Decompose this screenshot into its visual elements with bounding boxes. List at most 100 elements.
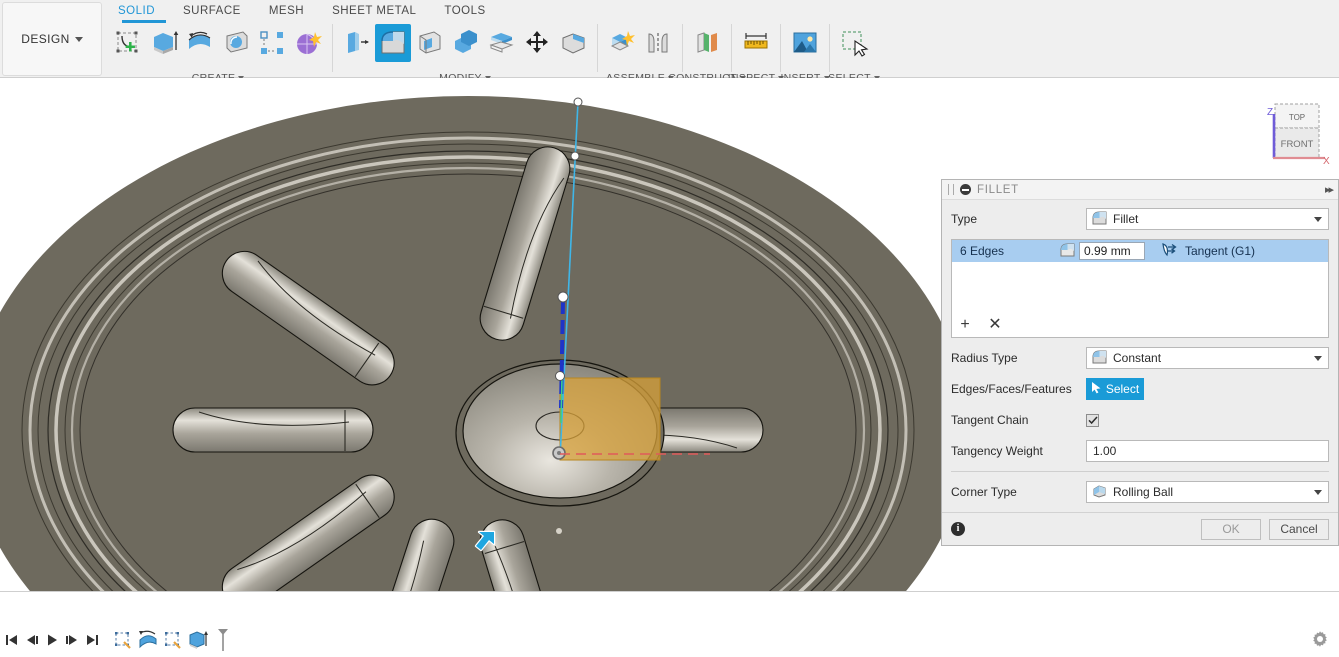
view-cube[interactable]: TOP FRONT Z X [1257, 96, 1333, 168]
tab-mesh[interactable]: MESH [255, 2, 318, 20]
workspace-switcher[interactable]: DESIGN [2, 2, 102, 76]
ok-button[interactable]: OK [1201, 519, 1261, 540]
fillet-type-icon [1092, 211, 1107, 228]
fillet-type-value: Fillet [1113, 212, 1138, 226]
workspace-label: DESIGN [21, 32, 69, 46]
tangency-weight-label: Tangency Weight [951, 444, 1086, 458]
bottom-timeline-bar [0, 591, 1339, 657]
tab-surface[interactable]: SURFACE [169, 2, 255, 20]
revolve-icon[interactable] [182, 24, 218, 62]
fillet-type-select[interactable]: Fillet [1086, 208, 1329, 230]
fillet-edges-list[interactable]: 6 Edges 0.99 mm [951, 239, 1329, 338]
jump-to-end-icon[interactable] [82, 628, 102, 652]
radius-type-row: Radius Type Constant [951, 347, 1329, 369]
tangency-weight-input[interactable]: 1.00 [1086, 440, 1329, 462]
jump-to-beginning-icon[interactable] [2, 628, 22, 652]
select-button[interactable]: Select [1086, 378, 1144, 400]
fillet-icon[interactable] [375, 24, 411, 62]
extrude-feature-icon[interactable] [185, 627, 210, 653]
create-sketch-icon[interactable] [110, 24, 146, 62]
shell-icon[interactable] [411, 24, 447, 62]
radius-type-select[interactable]: Constant [1086, 347, 1329, 369]
remove-selection-button[interactable]: ✕ [988, 317, 1002, 333]
fillet-dialog-header[interactable]: FILLET ▸▸ [942, 180, 1338, 200]
ribbon-group-construct: CONSTRUCT [682, 24, 731, 72]
press-pull-icon[interactable] [339, 24, 375, 62]
ribbon-tool-groups: CREATE [104, 24, 878, 66]
revolve-feature-icon[interactable] [135, 627, 160, 653]
dialog-divider [951, 471, 1329, 472]
fillet-dialog[interactable]: FILLET ▸▸ Type Fillet [941, 179, 1339, 546]
collapse-icon[interactable] [960, 184, 971, 195]
tangency-weight-row: Tangency Weight 1.00 [951, 440, 1329, 462]
tab-sheet-metal[interactable]: SHEET METAL [318, 2, 430, 20]
tangent-chain-checkbox[interactable] [1086, 414, 1099, 427]
fillet-edge-row[interactable]: 6 Edges 0.99 mm [952, 240, 1328, 262]
sketch-feature-icon[interactable] [160, 627, 185, 653]
radius-type-label: Radius Type [951, 351, 1086, 365]
tangent-icon [1161, 243, 1179, 260]
dialog-buttons: OK Cancel [1201, 519, 1329, 540]
cancel-button[interactable]: Cancel [1269, 519, 1329, 540]
ribbon-group-inspect: INSPECT [731, 24, 780, 72]
chevron-down-icon [1314, 217, 1322, 222]
fillet-type-row: Type Fillet [951, 208, 1329, 230]
insert-image-icon[interactable] [787, 24, 823, 62]
tab-tools[interactable]: TOOLS [430, 2, 499, 20]
new-component-icon[interactable] [604, 24, 640, 62]
tangent-chain-row: Tangent Chain [951, 409, 1329, 431]
tab-solid[interactable]: SOLID [104, 2, 169, 20]
tangent-chain-label: Tangent Chain [951, 413, 1086, 427]
ribbon-group-create: CREATE [104, 24, 332, 72]
pattern-icon[interactable] [254, 24, 290, 62]
joint-icon[interactable] [640, 24, 676, 62]
fillet-dialog-footer: i OK Cancel [942, 512, 1338, 545]
ribbon-group-modify: MODIFY [332, 24, 597, 72]
gear-icon[interactable] [1309, 628, 1331, 650]
step-back-icon[interactable] [22, 628, 42, 652]
sweep-icon[interactable] [218, 24, 254, 62]
flywheel-model [0, 96, 968, 591]
chevron-down-icon [75, 37, 83, 42]
fusion360-window: DESIGN SOLID SURFACE MESH SHEET METAL TO… [0, 0, 1339, 657]
offset-plane-icon[interactable] [689, 24, 725, 62]
corner-type-row: Corner Type Rolling Ball [951, 481, 1329, 503]
chevron-down-icon [1314, 356, 1322, 361]
active-tab-indicator [122, 20, 166, 23]
viewcube-top-label: TOP [1289, 113, 1305, 122]
ribbon-group-insert: INSERT [780, 24, 829, 72]
move-copy-icon[interactable] [519, 24, 555, 62]
selection-label: Edges/Faces/Features [951, 382, 1086, 396]
chevron-down-icon [1314, 490, 1322, 495]
step-forward-icon[interactable] [62, 628, 82, 652]
sketch-feature-icon[interactable] [110, 627, 135, 653]
fillet-continuity[interactable]: Tangent (G1) [1161, 243, 1255, 260]
fillet-radius-icon [1060, 243, 1075, 260]
select-arrow-icon [1091, 381, 1102, 397]
select-window-icon[interactable] [836, 24, 872, 62]
dialog-drag-handle[interactable] [948, 184, 954, 195]
select-button-label: Select [1106, 382, 1139, 396]
corner-type-select[interactable]: Rolling Ball [1086, 481, 1329, 503]
info-icon[interactable]: i [951, 522, 965, 536]
fillet-radius-input[interactable]: 0.99 mm [1079, 242, 1145, 260]
play-icon[interactable] [42, 628, 62, 652]
ribbon-tabs: SOLID SURFACE MESH SHEET METAL TOOLS [104, 2, 500, 20]
timeline-controls [0, 626, 235, 654]
create-form-icon[interactable] [290, 24, 326, 62]
combine-icon[interactable] [447, 24, 483, 62]
blue-arrow-cursor [468, 528, 500, 565]
offset-face-icon[interactable] [483, 24, 519, 62]
expand-arrows-icon[interactable]: ▸▸ [1325, 183, 1332, 196]
radius-type-value: Constant [1113, 351, 1161, 365]
measure-icon[interactable] [738, 24, 774, 62]
dialog-title: FILLET [977, 184, 1019, 196]
extrude-icon[interactable] [146, 24, 182, 62]
timeline-marker[interactable] [210, 627, 235, 653]
selection-row: Edges/Faces/Features Select [951, 378, 1329, 400]
fillet-continuity-label: Tangent (G1) [1185, 244, 1255, 258]
align-icon[interactable] [555, 24, 591, 62]
ribbon-group-select: SELECT [829, 24, 878, 72]
ribbon-group-assemble: ASSEMBLE [597, 24, 682, 72]
add-selection-button[interactable]: + [958, 317, 972, 333]
